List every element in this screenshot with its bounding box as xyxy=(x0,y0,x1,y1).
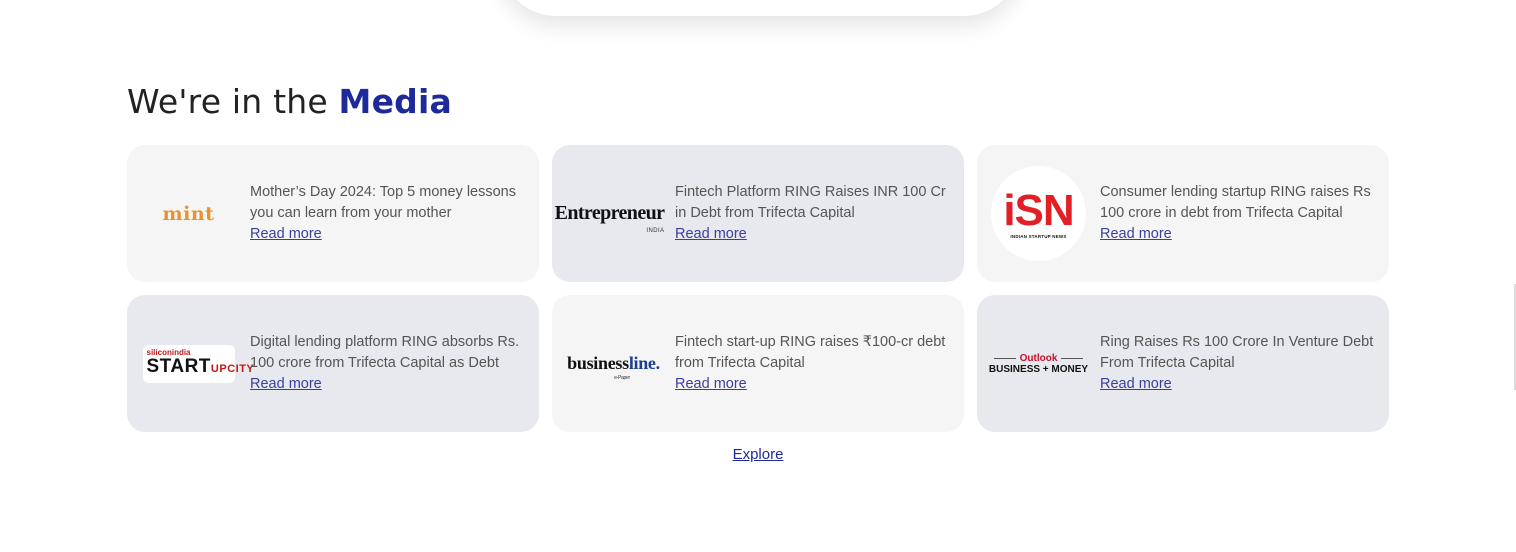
explore-link[interactable]: Explore xyxy=(733,446,784,463)
media-card-text: Ring Raises Rs 100 Crore In Venture Debt… xyxy=(1100,332,1375,395)
businessline-logo: businessline. e-Paper xyxy=(566,316,661,412)
section-heading: We're in the Media xyxy=(127,82,452,121)
media-card-businessline: businessline. e-Paper Fintech start-up RI… xyxy=(552,295,964,432)
media-section-page: We're in the Media mint Mother’s Day 202… xyxy=(0,0,1516,552)
mint-logo-text: mint xyxy=(162,202,215,225)
media-card-startup-city: siliconindia STARTUPCITY Digital lending… xyxy=(127,295,539,432)
startup-city-logo: siliconindia STARTUPCITY xyxy=(141,316,254,412)
businessline-logo-sub: e-Paper xyxy=(614,375,630,381)
outlook-logo-bottom: BUSINESS + MONEY xyxy=(988,363,1089,375)
media-card-outlook: Outlook BUSINESS + MONEY Ring Raises Rs … xyxy=(977,295,1389,432)
media-card-headline: Ring Raises Rs 100 Crore In Venture Debt… xyxy=(1100,334,1374,371)
media-card-headline: Fintech start-up RING raises ₹100-cr deb… xyxy=(675,334,946,371)
media-card-mint: mint Mother’s Day 2024: Top 5 money less… xyxy=(127,145,539,282)
entrepreneur-logo-wordmark: Entrepreneur INDIA xyxy=(554,202,665,234)
read-more-link[interactable]: Read more xyxy=(250,374,322,395)
media-card-entrepreneur: Entrepreneur INDIA Fintech Platform RING … xyxy=(552,145,964,282)
isn-logo-sub: INDIAN STARTUP NEWS xyxy=(1010,233,1067,239)
startup-city-logo-start: START xyxy=(146,356,211,377)
mint-logo: mint xyxy=(141,166,236,262)
media-card-headline: Consumer lending startup RING raises Rs … xyxy=(1100,184,1371,221)
isn-logo: iSN INDIAN STARTUP NEWS xyxy=(991,166,1086,262)
outlook-logo: Outlook BUSINESS + MONEY xyxy=(989,316,1088,412)
heading-prefix: We're in the xyxy=(127,82,339,121)
outlook-logo-top: Outlook xyxy=(994,353,1084,364)
businessline-logo-main: business xyxy=(567,353,629,373)
isn-logo-text: iSN xyxy=(1003,185,1074,235)
read-more-link[interactable]: Read more xyxy=(675,224,747,245)
media-card-headline: Fintech Platform RING Raises INR 100 Cr … xyxy=(675,184,946,221)
media-card-text: Fintech start-up RING raises ₹100-cr deb… xyxy=(675,332,950,395)
heading-accent: Media xyxy=(338,82,452,121)
read-more-link[interactable]: Read more xyxy=(250,224,322,245)
explore-container: Explore xyxy=(0,446,1516,464)
isn-logo-circle: iSN INDIAN STARTUP NEWS xyxy=(991,166,1086,261)
entrepreneur-logo-text: Entrepreneur xyxy=(554,202,665,224)
media-card-text: Digital lending platform RING absorbs Rs… xyxy=(250,332,525,395)
read-more-link[interactable]: Read more xyxy=(675,374,747,395)
entrepreneur-logo-sub: INDIA xyxy=(646,228,665,234)
media-card-headline: Digital lending platform RING absorbs Rs… xyxy=(250,334,520,371)
startup-city-logo-main: STARTUPCITY xyxy=(146,356,254,379)
businessline-logo-wordmark: businessline. e-Paper xyxy=(567,353,660,381)
media-card-text: Mother’s Day 2024: Top 5 money lessons y… xyxy=(250,182,525,245)
businessline-logo-line: line. xyxy=(628,353,660,373)
media-card-isn: iSN INDIAN STARTUP NEWS Consumer lending… xyxy=(977,145,1389,282)
startup-city-logo-up: UP xyxy=(210,363,228,375)
read-more-link[interactable]: Read more xyxy=(1100,224,1172,245)
media-cards-grid: mint Mother’s Day 2024: Top 5 money less… xyxy=(127,145,1389,432)
startup-city-logo-box: siliconindia STARTUPCITY xyxy=(142,344,254,383)
entrepreneur-logo: Entrepreneur INDIA xyxy=(555,166,665,262)
media-card-text: Consumer lending startup RING raises Rs … xyxy=(1100,182,1375,245)
media-card-text: Fintech Platform RING Raises INR 100 Cr … xyxy=(675,182,950,245)
previous-section-card-shadow xyxy=(500,0,1020,16)
media-card-headline: Mother’s Day 2024: Top 5 money lessons y… xyxy=(250,184,516,221)
read-more-link[interactable]: Read more xyxy=(1100,374,1172,395)
outlook-logo-wordmark: Outlook BUSINESS + MONEY xyxy=(989,353,1088,375)
